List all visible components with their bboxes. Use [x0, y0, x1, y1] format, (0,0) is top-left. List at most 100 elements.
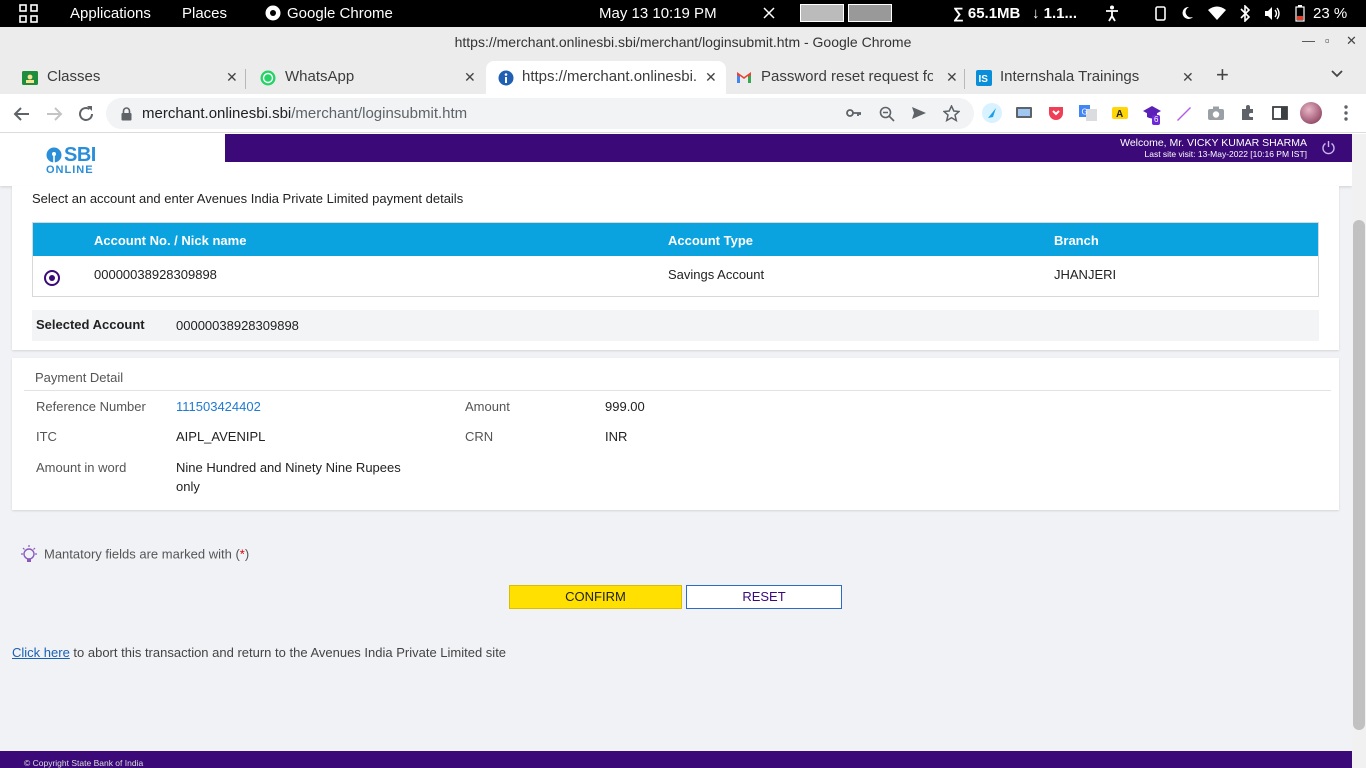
mandatory-note: Mantatory fields are marked with (*) [18, 544, 249, 566]
lock-icon[interactable] [121, 107, 132, 121]
row-account-no: 00000038928309898 [94, 267, 217, 282]
svg-text:IS: IS [979, 74, 989, 85]
sbi-logo-icon [46, 147, 62, 163]
tab-label: https://merchant.onlinesbi.sbi/merchant/… [522, 68, 696, 85]
internshala-icon: IS [976, 70, 992, 86]
back-icon[interactable] [12, 104, 32, 124]
welcome-user: Welcome, Mr. VICKY KUMAR SHARMA [1120, 137, 1307, 149]
reference-number-label: Reference Number [36, 399, 146, 414]
account-radio-button[interactable] [44, 270, 60, 286]
tab-whatsapp[interactable]: WhatsApp ✕ [242, 61, 482, 94]
tab-classes[interactable]: Classes ✕ [4, 61, 244, 94]
amount-in-words-line1: Nine Hundred and Ninety Nine Rupees [176, 460, 401, 475]
divider [24, 390, 1331, 391]
account-intro-text: Select an account and enter Avenues Indi… [32, 191, 464, 206]
confirm-button[interactable]: CONFIRM [509, 585, 682, 609]
crn-label: CRN [465, 429, 494, 444]
extension-ad-icon[interactable]: A [1110, 103, 1130, 123]
row-account-type: Savings Account [668, 267, 765, 282]
tab-close-icon[interactable]: ✕ [464, 69, 476, 86]
selected-account-value: 00000038928309898 [176, 318, 299, 333]
extension-badge: 6 [1152, 115, 1161, 125]
abort-link[interactable]: Click here [12, 645, 70, 660]
tab-divider [964, 69, 965, 89]
account-selection-panel: Select an account and enter Avenues Indi… [12, 186, 1339, 350]
places-menu[interactable]: Places [182, 0, 227, 27]
account-table: Account No. / Nick name Account Type Bra… [32, 222, 1319, 297]
key-icon[interactable] [846, 106, 862, 120]
active-app-label[interactable]: Google Chrome [287, 0, 393, 27]
extension-screen-icon[interactable] [1014, 103, 1034, 123]
mandatory-close: ) [244, 546, 250, 562]
svg-text:A: A [1116, 109, 1123, 120]
tab-close-icon[interactable]: ✕ [705, 69, 717, 86]
maximize-icon[interactable]: ▫ [1325, 33, 1330, 48]
tab-strip: Classes ✕ WhatsApp ✕ https://merchant.on… [0, 57, 1366, 94]
chrome-menu-icon[interactable] [1336, 103, 1356, 123]
clock[interactable]: May 13 10:19 PM [599, 0, 717, 27]
new-tab-icon[interactable]: + [1216, 64, 1229, 86]
zoom-out-icon[interactable] [879, 106, 895, 122]
tab-close-icon[interactable]: ✕ [1182, 69, 1194, 86]
battery-percent[interactable]: 23 % [1313, 0, 1347, 27]
payment-detail-panel: Payment Detail Reference Number 11150342… [12, 358, 1339, 510]
memory-indicator[interactable]: ∑ 65.1MB [953, 0, 1020, 27]
extension-toolbox-icon[interactable] [982, 103, 1002, 123]
payment-detail-heading: Payment Detail [35, 370, 124, 385]
extension-cap-icon[interactable]: 6 [1142, 103, 1162, 125]
applications-menu[interactable]: Applications [70, 0, 151, 27]
amount-in-words-label: Amount in word [36, 460, 127, 475]
window-title-bar: https://merchant.onlinesbi.sbi/merchant/… [0, 27, 1366, 57]
url-host: merchant.onlinesbi.sbi [142, 105, 292, 122]
page-footer: © Copyright State Bank of India [0, 751, 1352, 768]
network-speed[interactable]: ↓ 1.1... [1032, 0, 1077, 27]
tab-search-icon[interactable] [1330, 67, 1344, 81]
tab-label: WhatsApp [285, 68, 355, 85]
forward-icon[interactable] [44, 104, 64, 124]
tab-label: Password reset request fo [761, 68, 933, 85]
extensions-puzzle-icon[interactable] [1238, 103, 1258, 123]
tab-close-icon[interactable]: ✕ [226, 69, 238, 86]
extension-pocket-icon[interactable] [1046, 103, 1066, 123]
row-branch: JHANJERI [1054, 267, 1117, 282]
bookmark-star-icon[interactable] [943, 105, 960, 122]
account-table-header: Account No. / Nick name Account Type Bra… [33, 223, 1318, 256]
crn-value: INR [605, 429, 628, 444]
tab-sbi-merchant[interactable]: https://merchant.onlinesbi.sbi/merchant/… [486, 61, 726, 94]
tab-label: Internshala Trainings [1000, 68, 1140, 85]
extension-pen-icon[interactable] [1174, 103, 1194, 123]
column-branch: Branch [1054, 233, 1099, 248]
scrollbar-thumb[interactable] [1353, 220, 1365, 730]
close-window-icon[interactable]: ✕ [1346, 33, 1357, 49]
extension-translate-icon[interactable]: G [1078, 103, 1098, 123]
sbi-header: SBI ONLINE Welcome, Mr. VICKY KUMAR SHAR… [0, 134, 1352, 186]
tab-close-icon[interactable]: ✕ [946, 69, 958, 86]
logout-power-icon[interactable] [1321, 140, 1336, 155]
reset-button[interactable]: RESET [686, 585, 842, 609]
column-account-type: Account Type [668, 233, 753, 248]
url-path: /merchant/loginsubmit.htm [291, 105, 468, 122]
amount-value: 999.00 [605, 399, 645, 414]
tab-gmail[interactable]: Password reset request fo ✕ [730, 61, 966, 94]
browser-toolbar: merchant.onlinesbi.sbi/merchant/loginsub… [0, 94, 1366, 133]
address-bar[interactable]: merchant.onlinesbi.sbi/merchant/loginsub… [106, 98, 974, 129]
column-account-no: Account No. / Nick name [94, 233, 247, 248]
tab-internshala[interactable]: IS Internshala Trainings ✕ [966, 61, 1200, 94]
page-viewport: SBI ONLINE Welcome, Mr. VICKY KUMAR SHAR… [0, 134, 1352, 768]
tab-label: Classes [47, 68, 101, 85]
send-icon[interactable] [911, 106, 927, 120]
minimize-icon[interactable]: — [1302, 33, 1315, 48]
welcome-text: Welcome, Mr. VICKY KUMAR SHARMA Last sit… [1120, 138, 1307, 160]
profile-avatar[interactable] [1300, 102, 1322, 124]
welcome-banner: Welcome, Mr. VICKY KUMAR SHARMA Last sit… [225, 134, 1352, 162]
last-visit: Last site visit: 13-May-2022 [10:16 PM I… [1144, 149, 1307, 159]
reload-icon[interactable] [76, 104, 96, 124]
side-panel-icon[interactable] [1270, 103, 1290, 123]
itc-label: ITC [36, 429, 57, 444]
reference-number-link[interactable]: 111503424402 [176, 399, 261, 414]
table-row[interactable]: 00000038928309898 Savings Account JHANJE… [33, 256, 1318, 296]
amount-label: Amount [465, 399, 510, 414]
url-text[interactable]: merchant.onlinesbi.sbi/merchant/loginsub… [142, 105, 467, 122]
svg-text:G: G [1082, 108, 1088, 117]
extension-camera-icon[interactable] [1206, 103, 1226, 123]
